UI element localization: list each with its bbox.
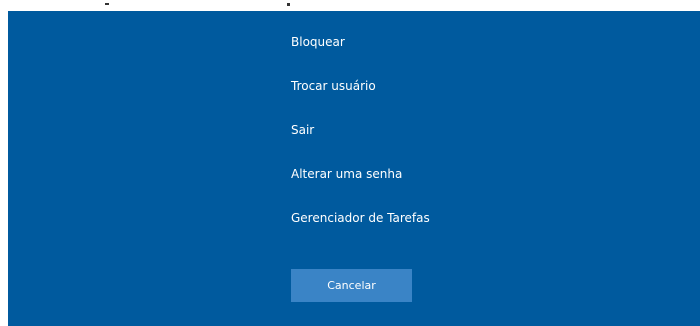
menu-item-switch-user[interactable]: Trocar usuário: [291, 64, 430, 108]
top-mark: [287, 3, 290, 6]
top-mark: [105, 3, 109, 5]
menu-item-lock[interactable]: Bloquear: [291, 20, 430, 64]
cancel-button[interactable]: Cancelar: [291, 269, 412, 302]
left-edge: [0, 11, 8, 326]
menu-item-sign-out[interactable]: Sair: [291, 108, 430, 152]
security-options-menu: Bloquear Trocar usuário Sair Alterar uma…: [291, 20, 430, 240]
menu-item-change-password[interactable]: Alterar uma senha: [291, 152, 430, 196]
top-strip: [0, 0, 700, 11]
menu-item-task-manager[interactable]: Gerenciador de Tarefas: [291, 196, 430, 240]
